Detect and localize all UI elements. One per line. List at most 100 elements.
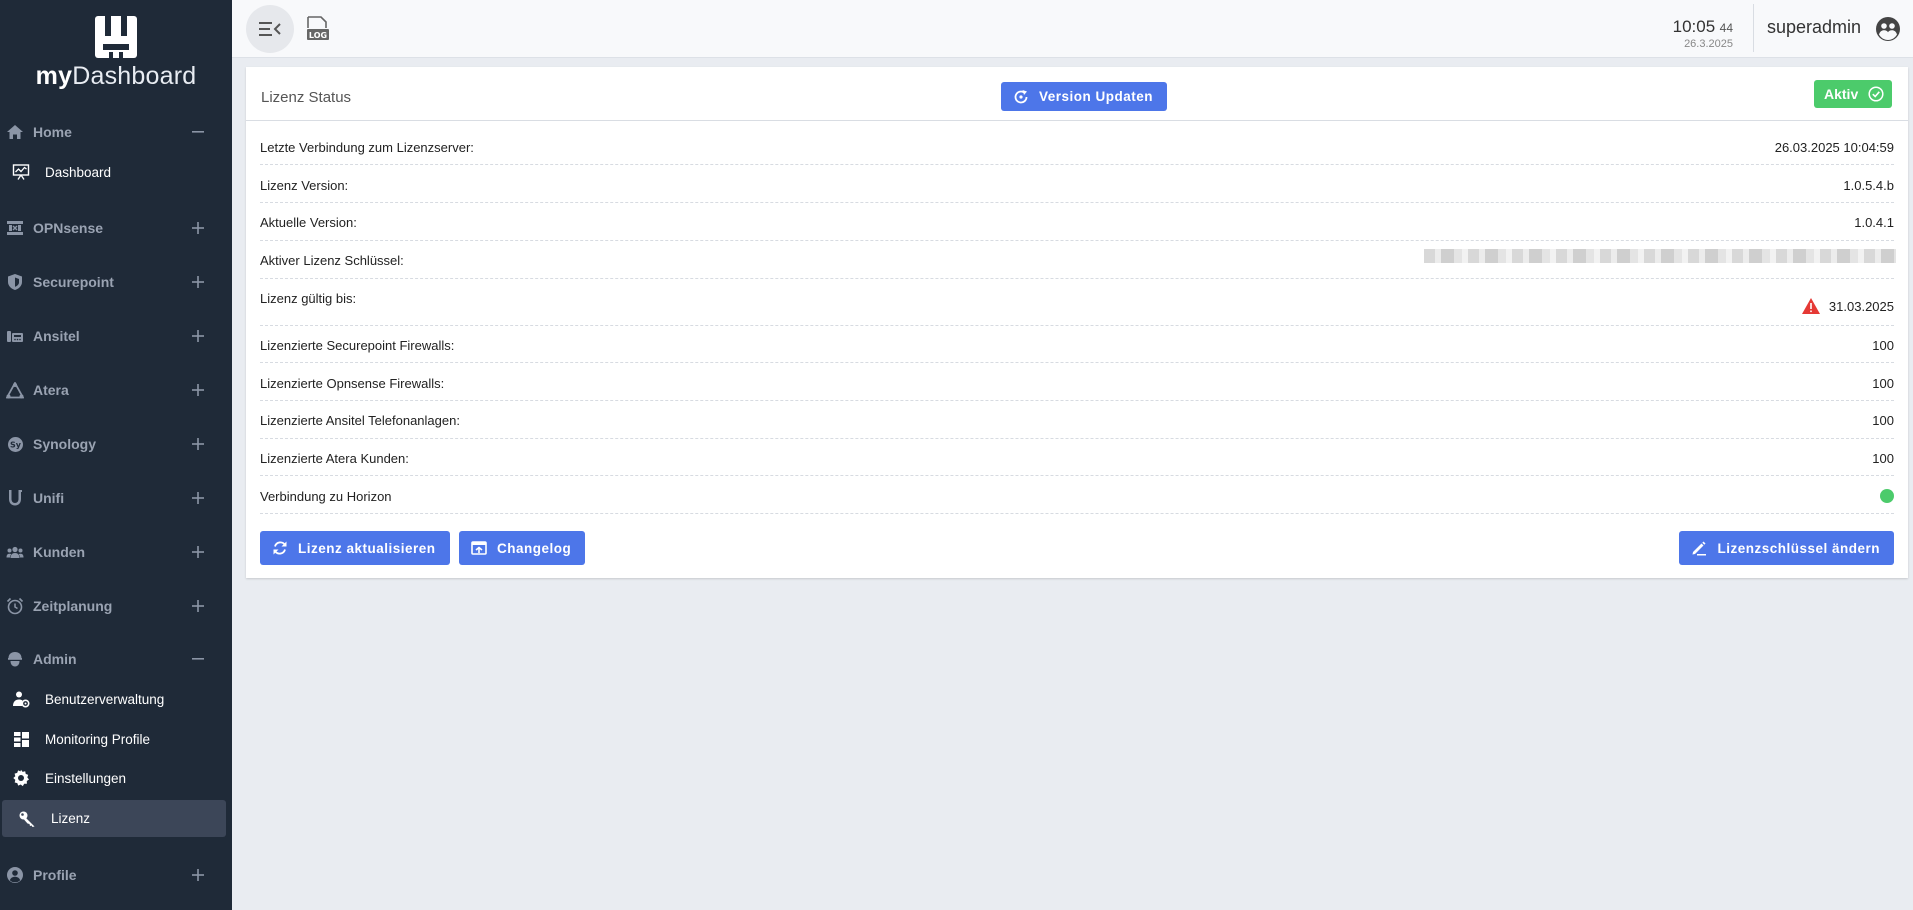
row-value: 100	[1872, 451, 1894, 466]
sidebar-section-label: Ansitel	[33, 328, 80, 344]
atera-icon	[6, 381, 24, 399]
sidebar-section-home[interactable]: Home	[0, 117, 232, 147]
profile-icon	[6, 866, 24, 884]
row-key: Verbindung zu Horizon	[260, 489, 392, 504]
sidebar-item-monitoring-profile[interactable]: Monitoring Profile	[0, 724, 232, 754]
phone-icon	[6, 327, 24, 345]
sidebar-section-securepoint[interactable]: Securepoint	[0, 267, 232, 297]
license-row-opnsense-firewalls: Lizenzierte Opnsense Firewalls: 100	[260, 376, 1894, 401]
update-icon	[1014, 89, 1028, 103]
check-circle-icon	[1868, 86, 1884, 102]
license-row-atera: Lizenzierte Atera Kunden: 100	[260, 451, 1894, 476]
sidebar-section-label: Profile	[33, 867, 77, 883]
menu-toggle-button[interactable]	[246, 5, 294, 53]
menu-collapse-icon	[259, 22, 281, 36]
row-value: 100	[1872, 376, 1894, 391]
row-key: Lizenzierte Atera Kunden:	[260, 451, 409, 466]
sidebar-item-label: Benutzerverwaltung	[45, 691, 165, 707]
expand-icon[interactable]	[190, 436, 206, 452]
shield-icon	[6, 273, 24, 291]
sidebar-section-admin[interactable]: Admin	[0, 644, 232, 674]
sidebar-section-label: Admin	[33, 651, 77, 667]
log-file-icon[interactable]: LOG	[306, 16, 330, 42]
license-refresh-label: Lizenz aktualisieren	[298, 540, 436, 556]
user-group-icon[interactable]	[1875, 16, 1901, 42]
logo-text-bold: my	[35, 62, 73, 90]
license-refresh-button[interactable]: Lizenz aktualisieren	[260, 531, 450, 565]
row-key: Lizenz Version:	[260, 178, 349, 193]
grid-icon	[11, 729, 31, 749]
sidebar-item-label: Lizenz	[51, 811, 91, 826]
redacted-license-key	[1424, 249, 1896, 263]
logo-text: myDashboard	[0, 62, 232, 91]
sidebar-item-einstellungen[interactable]: Einstellungen	[0, 763, 232, 793]
clock-time: 10:05	[1672, 17, 1716, 36]
sidebar-section-label: Home	[33, 124, 72, 140]
opnsense-icon	[6, 219, 24, 237]
changelog-button[interactable]: Changelog	[459, 531, 586, 565]
expand-icon[interactable]	[190, 490, 206, 506]
license-row-active-key: Aktiver Lizenz Schlüssel:	[260, 249, 1896, 279]
clock-seconds: 44	[1719, 21, 1733, 35]
sidebar-item-dashboard[interactable]: Dashboard	[0, 157, 232, 187]
sidebar-section-unifi[interactable]: Unifi	[0, 483, 232, 513]
synology-icon: Sy	[6, 435, 24, 453]
edit-icon	[1692, 541, 1707, 556]
user-name[interactable]: superadmin	[1767, 17, 1861, 38]
logo-text-light: Dashboard	[72, 62, 197, 90]
logo[interactable]: myDashboard	[0, 16, 232, 91]
row-value: 1.0.4.1	[1854, 215, 1894, 230]
sidebar-section-synology[interactable]: Sy Synology	[0, 429, 232, 459]
unifi-icon	[6, 489, 24, 507]
license-row-valid-until: Lizenz gültig bis: 31.03.2025	[260, 291, 1894, 326]
row-value: 31.03.2025	[1828, 299, 1894, 314]
change-license-key-button[interactable]: Lizenzschlüssel ändern	[1679, 531, 1894, 565]
expand-icon[interactable]	[190, 274, 206, 290]
svg-text:LOG: LOG	[309, 31, 327, 40]
card-header: Lizenz Status Version Updaten Aktiv	[246, 67, 1908, 121]
status-badge-label: Aktiv	[1824, 86, 1859, 102]
version-update-button[interactable]: Version Updaten	[1001, 82, 1168, 111]
license-row-license-version: Lizenz Version: 1.0.5.4.b	[260, 178, 1894, 203]
collapse-icon[interactable]	[190, 124, 206, 140]
expand-icon[interactable]	[190, 867, 206, 883]
expand-icon[interactable]	[190, 544, 206, 560]
expand-icon[interactable]	[190, 598, 206, 614]
sidebar-section-profile[interactable]: Profile	[0, 860, 232, 890]
expand-icon[interactable]	[190, 328, 206, 344]
topbar-divider	[1753, 4, 1754, 52]
row-value: 100	[1872, 338, 1894, 353]
sidebar-item-benutzerverwaltung[interactable]: Benutzerverwaltung	[0, 684, 232, 714]
home-icon	[6, 123, 24, 141]
sidebar-item-label: Einstellungen	[45, 770, 127, 786]
expand-icon[interactable]	[190, 220, 206, 236]
alarm-clock-icon	[6, 597, 24, 615]
sidebar-section-atera[interactable]: Atera	[0, 375, 232, 405]
row-value: 100	[1872, 413, 1894, 428]
row-key: Lizenzierte Securepoint Firewalls:	[260, 338, 455, 353]
sidebar-section-label: Unifi	[33, 490, 65, 506]
horizon-status-dot	[1880, 489, 1894, 503]
sidebar-section-zeitplanung[interactable]: Zeitplanung	[0, 591, 232, 621]
sidebar-item-lizenz[interactable]: Lizenz	[2, 800, 226, 837]
sidebar-section-kunden[interactable]: Kunden	[0, 537, 232, 567]
license-row-current-version: Aktuelle Version: 1.0.4.1	[260, 215, 1894, 241]
sidebar-section-label: Zeitplanung	[33, 598, 113, 614]
collapse-icon[interactable]	[190, 651, 206, 667]
change-license-key-label: Lizenzschlüssel ändern	[1717, 540, 1880, 556]
version-update-label: Version Updaten	[1039, 89, 1154, 104]
sidebar-section-label: OPNsense	[33, 220, 104, 236]
clock-date: 26.3.2025	[1684, 38, 1733, 50]
sidebar-section-ansitel[interactable]: Ansitel	[0, 321, 232, 351]
topbar: LOG 10:05 44 26.3.2025 superadmin	[232, 0, 1913, 58]
sidebar-section-label: Atera	[33, 382, 69, 398]
changelog-label: Changelog	[497, 540, 572, 556]
license-row-horizon: Verbindung zu Horizon	[260, 489, 1894, 514]
row-key: Lizenzierte Opnsense Firewalls:	[260, 376, 445, 391]
sidebar: myDashboard Home Dashboard OPNsense Secu…	[0, 0, 232, 910]
sidebar-section-opnsense[interactable]: OPNsense	[0, 213, 232, 243]
status-badge: Aktiv	[1814, 80, 1892, 108]
row-key: Letzte Verbindung zum Lizenzserver:	[260, 140, 474, 155]
clock: 10:05 44 26.3.2025	[1673, 17, 1733, 50]
expand-icon[interactable]	[190, 382, 206, 398]
